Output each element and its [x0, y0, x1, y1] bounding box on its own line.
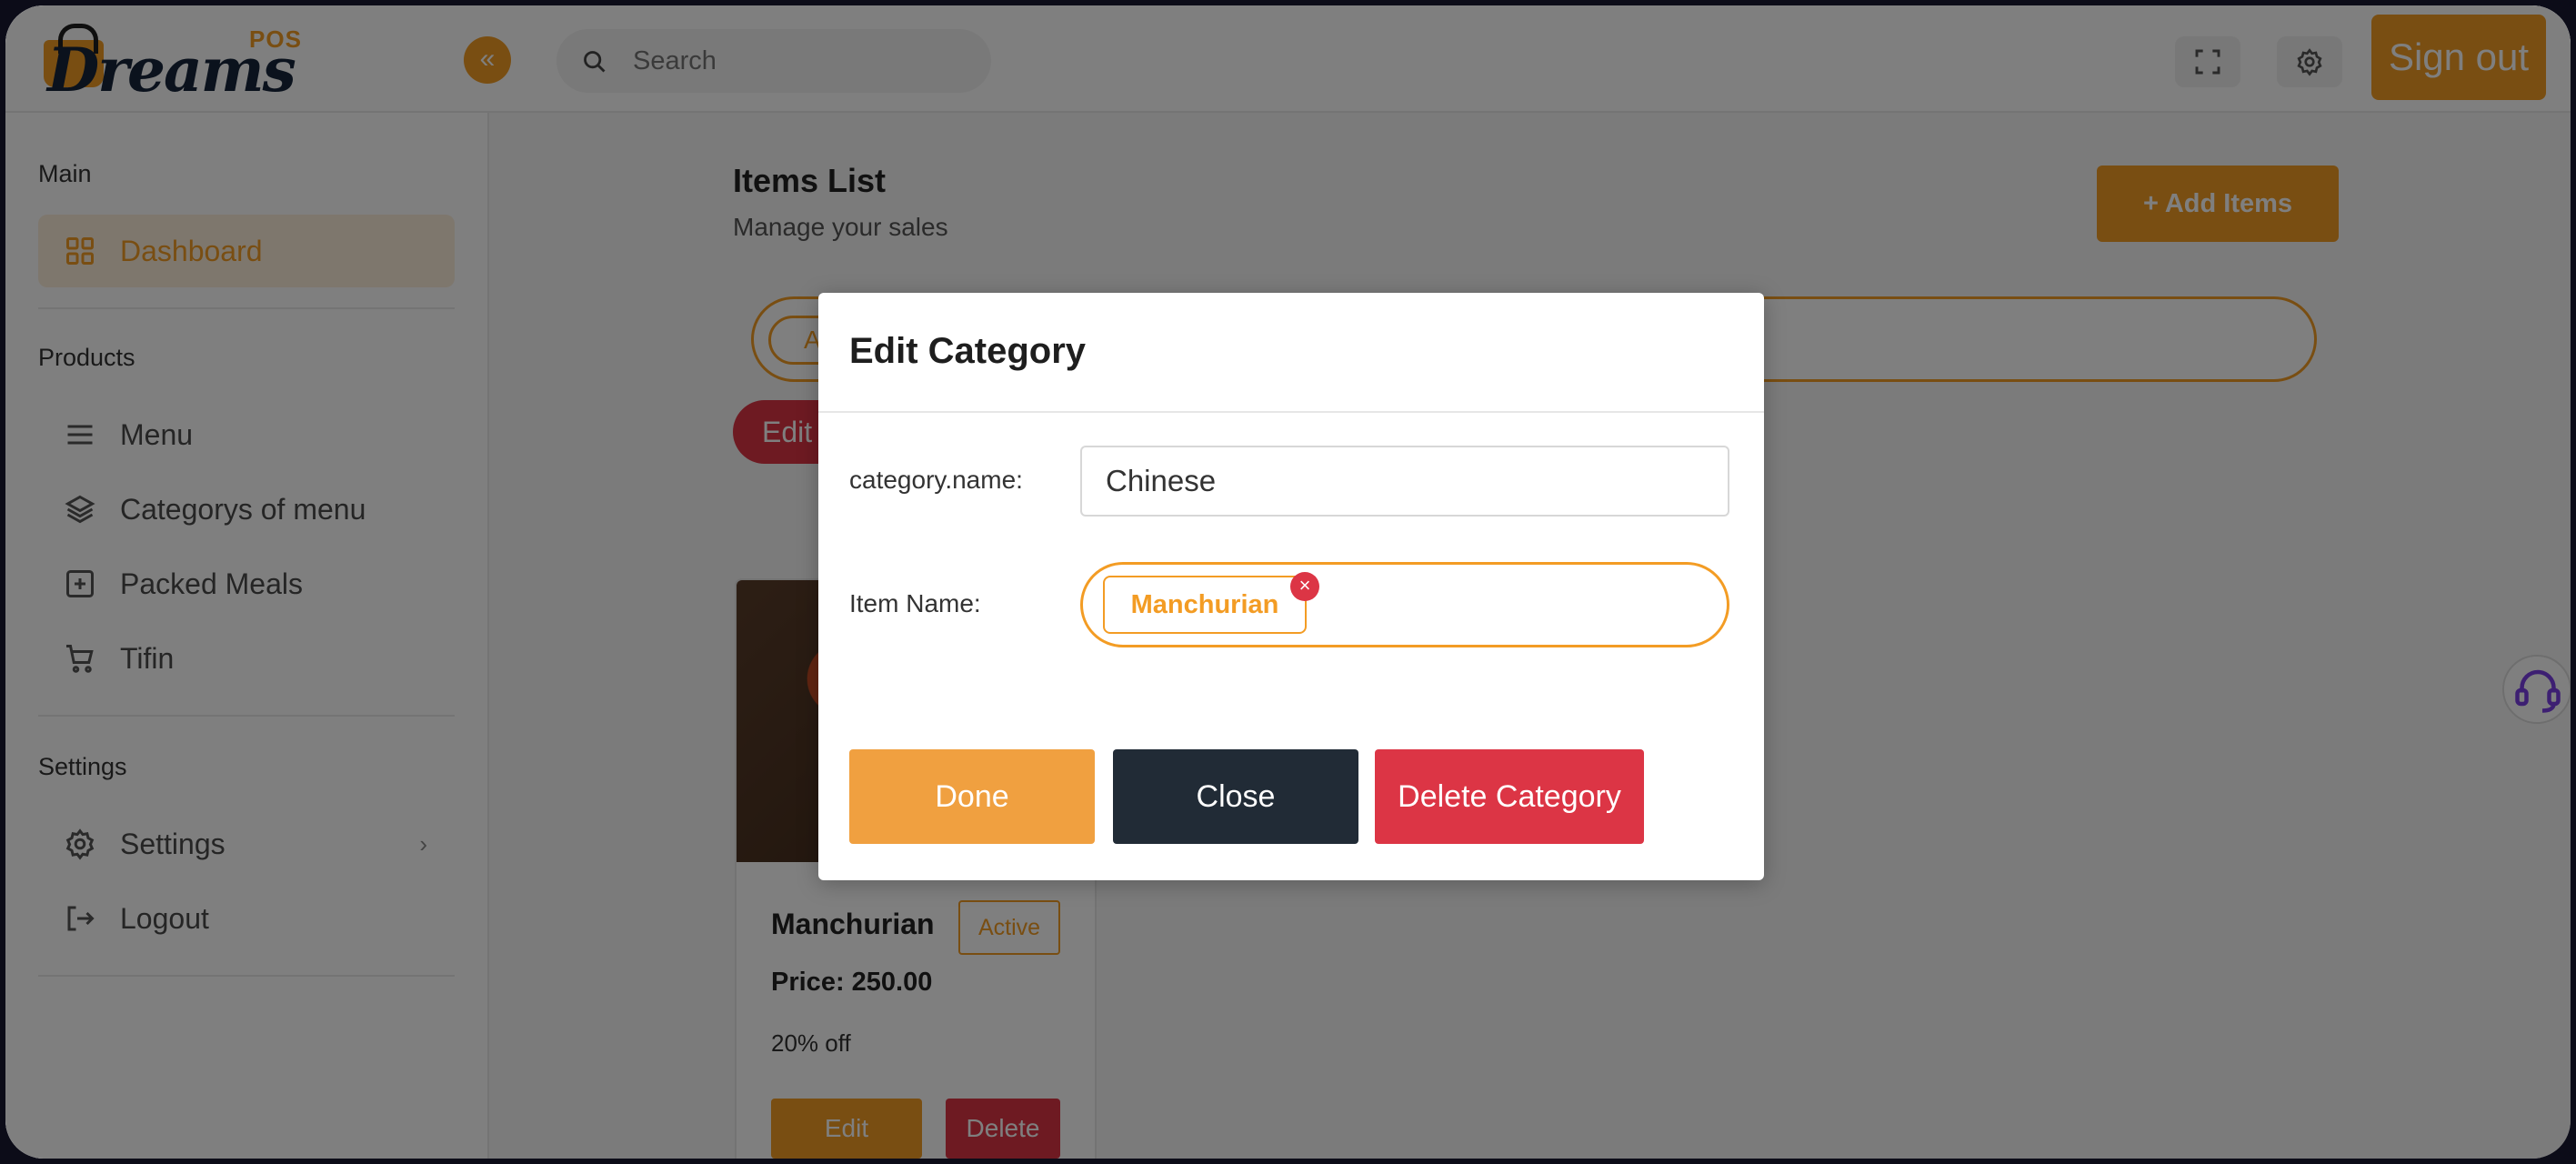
delete-category-button[interactable]: Delete Category — [1375, 749, 1644, 844]
item-tag: Manchurian — [1103, 576, 1307, 634]
category-name-input[interactable] — [1080, 446, 1729, 517]
item-tags-input[interactable]: Manchurian × — [1080, 562, 1729, 647]
modal-title: Edit Category — [849, 331, 1087, 371]
category-name-label: category.name: — [849, 466, 1023, 494]
app-window: Dreams POS « Sign out Main — [5, 5, 2571, 1159]
close-button[interactable]: Close — [1113, 749, 1358, 844]
remove-tag-icon[interactable]: × — [1290, 572, 1319, 601]
done-button[interactable]: Done — [849, 749, 1095, 844]
divider — [818, 411, 1764, 413]
item-name-label: Item Name: — [849, 589, 981, 617]
edit-category-modal: Edit Category category.name: Item Name: … — [818, 293, 1764, 880]
